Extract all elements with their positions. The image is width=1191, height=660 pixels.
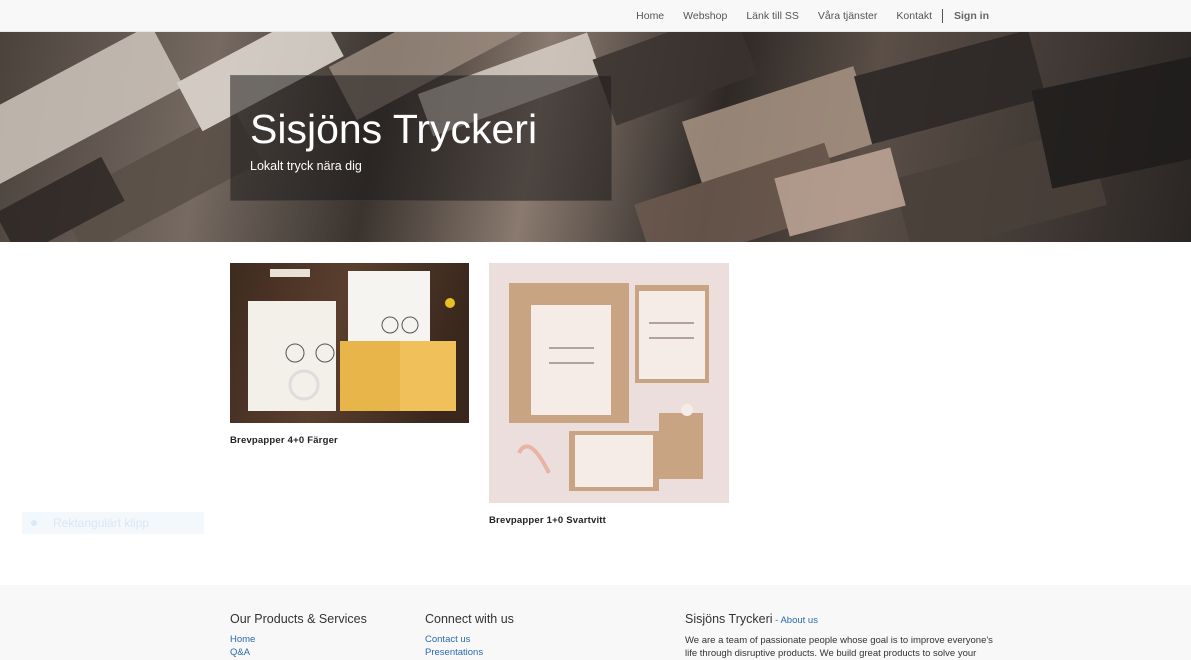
footer-heading: Connect with us — [425, 612, 514, 626]
nav-home[interactable]: Home — [636, 10, 664, 22]
footer-link-home[interactable]: Home — [230, 633, 367, 646]
footer-link-qa[interactable]: Q&A — [230, 646, 367, 659]
footer-connect-column: Connect with us Contact us Presentations — [425, 612, 514, 659]
company-name: Sisjöns Tryckeri — [685, 612, 773, 626]
product-image[interactable] — [489, 263, 729, 503]
product-image[interactable] — [230, 263, 469, 423]
nav-kontakt[interactable]: Kontakt — [896, 10, 932, 22]
nav-divider — [942, 8, 943, 23]
main-menu: Home Webshop Länk till SS Våra tjänster … — [617, 0, 989, 31]
footer-about-column: Sisjöns Tryckeri - About us We are a tea… — [685, 612, 995, 660]
footer-products-column: Our Products & Services Home Q&A — [230, 612, 367, 659]
footer: Our Products & Services Home Q&A Connect… — [0, 585, 1191, 660]
overlay-text: Rektangulärt klipp — [53, 516, 150, 530]
site-tagline: Lokalt tryck nära dig — [250, 159, 362, 173]
faded-overlay-label: Rektangulärt klipp — [22, 512, 204, 534]
footer-link-presentations[interactable]: Presentations — [425, 646, 514, 659]
footer-company-heading: Sisjöns Tryckeri - About us — [685, 612, 995, 626]
company-description: We are a team of passionate people whose… — [685, 635, 993, 659]
nav-vara-tjanster[interactable]: Våra tjänster — [818, 10, 878, 22]
about-us-link[interactable]: About us — [780, 615, 818, 626]
nav-webshop[interactable]: Webshop — [683, 10, 727, 22]
product-name[interactable]: Brevpapper 4+0 Färger — [230, 435, 469, 446]
bullet-icon — [31, 520, 37, 526]
product-card[interactable]: Brevpapper 1+0 Svartvitt — [489, 263, 729, 526]
product-name[interactable]: Brevpapper 1+0 Svartvitt — [489, 515, 729, 526]
product-card[interactable]: Brevpapper 4+0 Färger — [230, 263, 469, 446]
nav-lank-till-ss[interactable]: Länk till SS — [746, 10, 799, 22]
footer-heading: Our Products & Services — [230, 612, 367, 626]
site-title: Sisjöns Tryckeri — [250, 106, 538, 152]
sign-in-link[interactable]: Sign in — [954, 10, 989, 22]
hero-banner: Sisjöns Tryckeri Lokalt tryck nära dig — [0, 32, 1191, 242]
hero-caption-box: Sisjöns Tryckeri Lokalt tryck nära dig — [230, 75, 612, 201]
top-navbar: Home Webshop Länk till SS Våra tjänster … — [0, 0, 1191, 32]
footer-link-contact[interactable]: Contact us — [425, 633, 514, 646]
